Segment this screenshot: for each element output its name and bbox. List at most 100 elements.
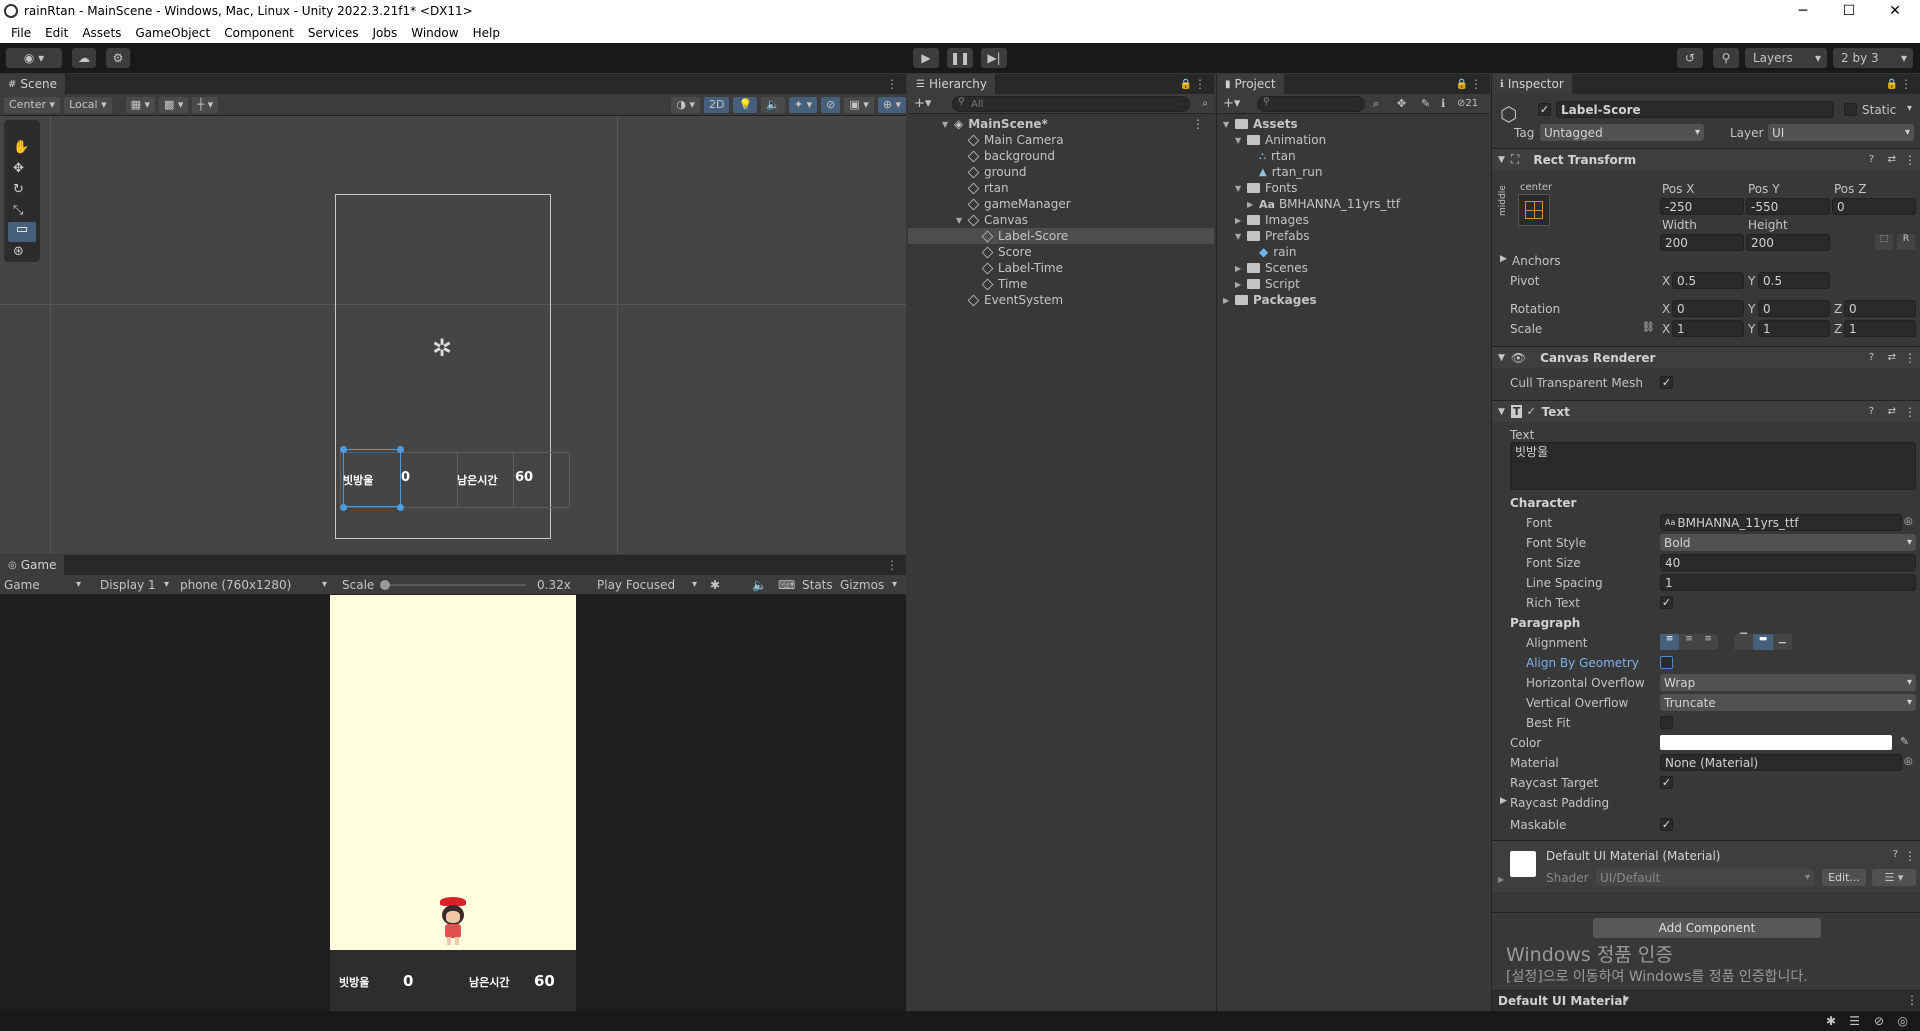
eyedropper-icon[interactable]: ✎ [1900,735,1909,748]
hierarchy-item-mainscene[interactable]: ▼ ◈ MainScene* ⋮ [908,116,1214,132]
scale-y-field[interactable]: 1 [1758,320,1830,337]
edit-shader-button[interactable]: Edit... [1822,869,1866,886]
progress-icon[interactable]: ◎ [1898,1014,1908,1028]
align-bottom-icon[interactable]: ▁ [1773,634,1792,650]
project-item-bmhanna[interactable]: ▶ Aa BMHANNA_11yrs_ttf [1217,196,1490,212]
height-field[interactable]: 200 [1746,234,1830,251]
tab-project[interactable]: ▮ Project [1217,74,1284,94]
project-item-packages[interactable]: ▶ Packages [1217,292,1490,308]
align-center-icon[interactable]: ≡ [1679,634,1698,650]
layers-dropdown[interactable]: Layers ▾ [1745,48,1827,68]
hierarchy-item-ground[interactable]: ground [908,164,1214,180]
rot-y-field[interactable]: 0 [1758,300,1830,317]
align-top-icon[interactable]: ▔ [1734,634,1753,650]
align-geometry-checkbox[interactable] [1660,656,1673,669]
line-spacing-field[interactable]: 1 [1660,574,1916,591]
transform-tool-icon[interactable]: ⊛ [13,244,24,259]
pivot-dropdown[interactable]: Center ▾ [4,96,61,113]
enabled-checkbox[interactable]: ✓ [1526,405,1535,418]
lock-icon[interactable]: 🔒 [1886,79,1898,90]
rot-x-field[interactable]: 0 [1672,300,1744,317]
hidden-packages-icon[interactable]: ⊘21 [1457,98,1478,109]
hierarchy-item-background[interactable]: background [908,148,1214,164]
menu-gameobject[interactable]: GameObject [128,26,217,40]
rect-transform-header[interactable]: ▼ ⛶ Rect Transform ? ⇄ ⋮ [1492,148,1920,170]
component-menu-icon[interactable]: ⋮ [1904,405,1916,419]
expand-arrow-icon[interactable]: ▶ [1235,264,1247,273]
posz-field[interactable]: 0 [1832,198,1916,215]
anchors-label[interactable]: Anchors [1512,254,1561,268]
hierarchy-search-input[interactable]: All [952,96,1190,112]
component-menu-icon[interactable]: ⋮ [1904,849,1916,863]
move-tool-icon[interactable]: ✥ [13,161,24,176]
menu-window[interactable]: Window [404,26,465,40]
project-item-rtan[interactable]: ⛬ rtan [1217,148,1490,164]
expand-arrow-icon[interactable]: ▼ [1235,232,1247,241]
object-picker-icon[interactable]: ◎ [1904,516,1913,527]
hierarchy-item-main-camera[interactable]: Main Camera [908,132,1214,148]
fold-arrow-icon[interactable]: ▼ [1498,353,1505,363]
font-field[interactable]: Aa BMHANNA_11yrs_ttf [1660,514,1902,531]
add-component-button[interactable]: Add Component [1593,918,1821,938]
raw-edit-button[interactable]: R [1897,234,1915,250]
expand-arrow-icon[interactable]: ▶ [1235,280,1247,289]
link-icon[interactable]: ⛓ [1642,322,1655,333]
hierarchy-item-rtan[interactable]: rtan [908,180,1214,196]
layout-dropdown[interactable]: 2 by 3 ▾ [1833,48,1913,68]
game-viewport[interactable]: 빗방울 0 남은시간 60 [0,595,906,1011]
grid-snap-button[interactable]: ▦ ▾ [125,96,156,113]
hand-tool-icon[interactable]: ✋ [13,140,29,155]
hierarchy-item-canvas[interactable]: ▼ Canvas [908,212,1214,228]
scene-viewport[interactable]: ✋ ✥ ↻ ⤡ ▭ ⊛ ✲ 빗방울 0 남은시간 60 [0,116,906,554]
project-search-input[interactable] [1257,96,1365,112]
chevron-down-icon[interactable]: ▾ [1907,103,1912,114]
posx-field[interactable]: -250 [1660,198,1744,215]
raycast-target-checkbox[interactable]: ✓ [1660,776,1673,789]
shader-dropdown[interactable]: UI/Default [1596,869,1814,886]
project-item-assets[interactable]: ▼ Assets [1217,116,1490,132]
shader-menu-icon[interactable]: ☰ ▾ [1872,869,1916,886]
project-item-rtan-run[interactable]: ▲ rtan_run [1217,164,1490,180]
object-name-field[interactable]: Label-Score [1556,101,1834,118]
expand-arrow-icon[interactable]: ▼ [1223,120,1235,129]
close-button[interactable]: ✕ [1872,0,1918,22]
space-dropdown[interactable]: Local ▾ [64,96,112,113]
hierarchy-item-label-score[interactable]: Label-Score [908,228,1214,244]
raycast-padding-label[interactable]: Raycast Padding [1510,796,1609,810]
search-by-type-icon[interactable]: ⌕ [1373,97,1379,111]
project-item-script[interactable]: ▶ Script [1217,276,1490,292]
scale-slider-thumb[interactable] [380,580,390,590]
audio-toggle-icon[interactable]: 🔈 [761,96,785,113]
tab-hierarchy[interactable]: ☰ Hierarchy [908,74,995,94]
text-component-header[interactable]: ▼ T ✓ Text ? ⇄ ⋮ [1492,400,1920,422]
pause-button[interactable]: ❚❚ [947,48,973,68]
draw-mode-button[interactable]: ◑ ▾ [671,96,700,113]
rich-text-checkbox[interactable]: ✓ [1660,596,1673,609]
rot-z-field[interactable]: 0 [1844,300,1916,317]
collab-icon[interactable]: ⚙ [106,48,130,68]
gizmos-icon[interactable]: ⊕ ▾ [877,96,906,113]
scale-tool-icon[interactable]: ⤡ [13,203,23,218]
game-view-dropdown[interactable]: Game [4,578,40,592]
preset-icon[interactable]: ⇄ [1888,154,1896,165]
maskable-checkbox[interactable]: ✓ [1660,818,1673,831]
component-menu-icon[interactable]: ⋮ [1904,351,1916,365]
rect-tool-icon[interactable]: ▭ [8,222,36,242]
h-overflow-dropdown[interactable]: Wrap [1660,674,1916,691]
rotate-tool-icon[interactable]: ↻ [13,182,24,197]
project-item-rain[interactable]: ◆ rain [1217,244,1490,260]
menu-edit[interactable]: Edit [38,26,75,40]
rect-handle[interactable] [397,504,404,511]
posy-field[interactable]: -550 [1746,198,1830,215]
stats-button[interactable]: Stats [802,578,833,592]
help-icon[interactable]: ? [1893,849,1898,860]
increment-snap-button[interactable]: ┼ ▾ [192,96,219,113]
toggle-2d-button[interactable]: 2D [703,96,730,113]
cloud-icon[interactable]: ☁ [72,48,96,68]
project-item-prefabs[interactable]: ▼ Prefabs [1217,228,1490,244]
static-checkbox[interactable] [1844,103,1857,116]
tab-inspector[interactable]: ℹ Inspector [1492,74,1572,94]
panel-menu-icon[interactable]: ⋮ [1194,77,1206,91]
object-picker-icon[interactable]: ◎ [1904,756,1913,767]
preset-icon[interactable]: ⇄ [1888,406,1896,417]
